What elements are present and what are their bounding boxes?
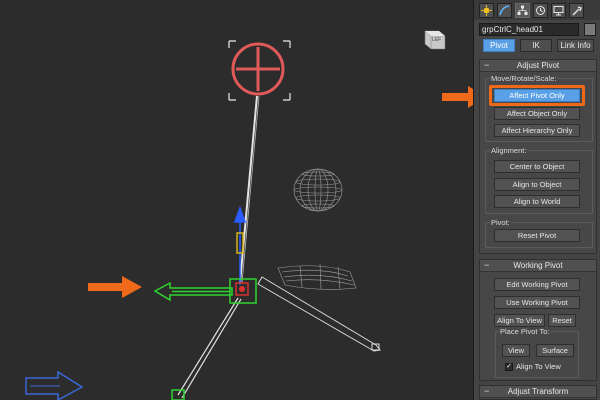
callout-arrow-viewport bbox=[88, 276, 142, 298]
adjust-pivot-title[interactable]: − Adjust Pivot bbox=[480, 60, 596, 72]
align-to-world-button[interactable]: Align to World bbox=[494, 195, 580, 208]
adjust-transform-title-text: Adjust Transform bbox=[507, 387, 569, 396]
place-pivot-view-button[interactable]: View bbox=[502, 344, 530, 357]
alignment-label: Alignment: bbox=[490, 146, 528, 155]
align-to-view-checkbox-row[interactable]: ✓ Align To View bbox=[505, 362, 561, 371]
reset-working-pivot-button[interactable]: Reset bbox=[548, 314, 576, 327]
pivot-axis-x-arrow bbox=[153, 281, 233, 302]
align-to-object-button[interactable]: Align to Object bbox=[494, 178, 580, 191]
tab-link-info[interactable]: Link Info bbox=[557, 39, 594, 52]
align-to-view-checkbox-label: Align To View bbox=[516, 362, 561, 371]
display-tab-icon[interactable] bbox=[551, 2, 566, 18]
working-pivot-title-text: Working Pivot bbox=[513, 261, 563, 270]
pivot-axis-z bbox=[233, 205, 247, 285]
head-circle-control bbox=[231, 42, 285, 96]
create-tab-icon[interactable] bbox=[479, 2, 494, 18]
bone-lower-left bbox=[177, 297, 242, 399]
align-to-view-checkbox[interactable]: ✓ bbox=[505, 362, 513, 371]
edit-working-pivot-button[interactable]: Edit Working Pivot bbox=[494, 278, 580, 291]
pivot-label: Pivot: bbox=[490, 218, 511, 227]
align-to-view-button[interactable]: Align To View bbox=[494, 314, 545, 327]
place-pivot-label: Place Pivot To: bbox=[499, 327, 551, 336]
collapse-icon: − bbox=[484, 60, 490, 70]
move-rotate-scale-label: Move/Rotate/Scale: bbox=[490, 74, 558, 83]
modify-tab-icon[interactable] bbox=[497, 2, 512, 18]
object-name-field[interactable]: grpCtrlC_head01 bbox=[479, 23, 579, 36]
affect-object-only-button[interactable]: Affect Object Only bbox=[494, 107, 580, 120]
tab-pivot[interactable]: Pivot bbox=[483, 39, 515, 52]
adjust-transform-title[interactable]: − Adjust Transform bbox=[480, 386, 596, 398]
viewport-perspective[interactable]: LEF bbox=[0, 0, 473, 400]
hierarchy-tab-icon[interactable] bbox=[515, 2, 530, 18]
center-to-object-button[interactable]: Center to Object bbox=[494, 160, 580, 173]
collapse-icon: − bbox=[484, 260, 490, 270]
command-panel-tabs bbox=[474, 0, 600, 20]
adjust-transform-rollout: − Adjust Transform bbox=[479, 385, 597, 400]
viewcube[interactable]: LEF bbox=[421, 27, 449, 51]
adjust-pivot-title-text: Adjust Pivot bbox=[516, 61, 560, 70]
pivot-gizmo bbox=[229, 278, 257, 304]
reset-pivot-button[interactable]: Reset Pivot bbox=[494, 229, 580, 242]
bone-lower-right bbox=[257, 276, 381, 352]
bone-neck bbox=[239, 95, 258, 284]
working-pivot-title[interactable]: − Working Pivot bbox=[480, 260, 596, 272]
tab-ik[interactable]: IK bbox=[520, 39, 552, 52]
utilities-tab-icon[interactable] bbox=[569, 2, 584, 18]
motion-tab-icon[interactable] bbox=[533, 2, 548, 18]
use-working-pivot-button[interactable]: Use Working Pivot bbox=[494, 296, 580, 309]
viewcube-label: LEF bbox=[432, 37, 442, 43]
affect-pivot-highlight bbox=[489, 85, 585, 106]
place-pivot-surface-button[interactable]: Surface bbox=[536, 344, 574, 357]
affect-hierarchy-only-button[interactable]: Affect Hierarchy Only bbox=[494, 124, 580, 137]
viewport-scene[interactable] bbox=[0, 0, 473, 400]
object-color-swatch[interactable] bbox=[584, 23, 596, 36]
collapse-icon: − bbox=[484, 386, 490, 396]
wire-sphere bbox=[293, 168, 343, 212]
wire-jaw bbox=[277, 263, 357, 290]
